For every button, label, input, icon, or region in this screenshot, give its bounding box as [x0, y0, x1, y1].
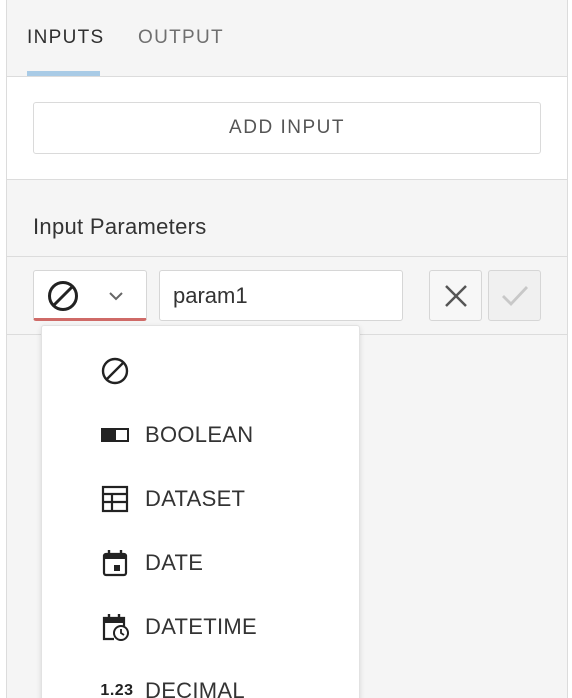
inputs-panel: INPUTS OUTPUT ADD INPUT Input Parameters — [6, 0, 568, 698]
add-input-section: ADD INPUT — [7, 77, 567, 180]
dropdown-item-label: DATE — [145, 550, 204, 575]
type-dropdown-menu: BOOLEAN DATASET DATE DATETIME 1.23 DECIM… — [41, 325, 360, 698]
parameter-name-input[interactable] — [159, 270, 403, 321]
check-icon — [501, 285, 528, 306]
none-type-icon — [100, 356, 130, 386]
dropdown-item-label: DATASET — [145, 486, 246, 511]
calendar-clock-icon — [100, 612, 130, 642]
dropdown-item-none[interactable] — [42, 339, 359, 403]
tab-inputs[interactable]: INPUTS — [27, 27, 104, 49]
dropdown-item-label: BOOLEAN — [145, 422, 254, 447]
dropdown-item-boolean[interactable]: BOOLEAN — [42, 403, 359, 467]
parameter-row — [7, 256, 567, 335]
active-tab-indicator — [27, 71, 100, 76]
close-icon — [444, 284, 467, 307]
type-select[interactable] — [33, 270, 147, 321]
cancel-button[interactable] — [429, 270, 482, 321]
tab-bar: INPUTS OUTPUT — [7, 0, 567, 77]
add-input-button[interactable]: ADD INPUT — [33, 102, 541, 154]
confirm-button[interactable] — [488, 270, 541, 321]
dropdown-item-decimal[interactable]: 1.23 DECIMAL — [42, 659, 359, 698]
calendar-icon — [100, 548, 130, 578]
dataset-table-icon — [100, 484, 130, 514]
none-type-icon — [48, 281, 78, 311]
dropdown-item-label: DECIMAL — [145, 678, 245, 698]
dropdown-item-date[interactable]: DATE — [42, 531, 359, 595]
dropdown-item-dataset[interactable]: DATASET — [42, 467, 359, 531]
tab-output[interactable]: OUTPUT — [138, 27, 224, 49]
dropdown-item-datetime[interactable]: DATETIME — [42, 595, 359, 659]
boolean-toggle-icon — [100, 420, 130, 450]
decimal-icon: 1.23 — [100, 682, 134, 698]
chevron-down-icon — [109, 292, 123, 301]
dropdown-item-label: DATETIME — [145, 614, 257, 639]
section-title: Input Parameters — [33, 214, 207, 239]
